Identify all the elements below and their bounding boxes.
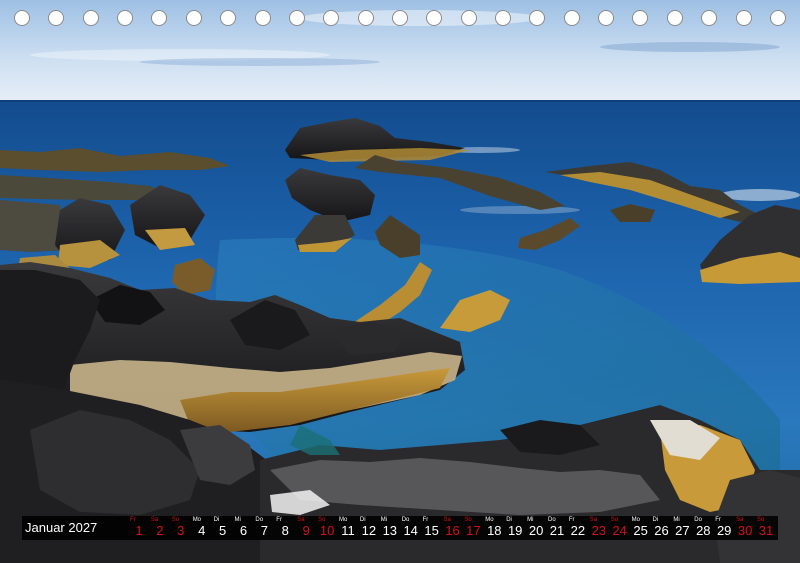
day-number: 13 [382, 523, 398, 538]
binding-hole [391, 10, 408, 26]
day-number: 22 [570, 523, 586, 538]
day-number: 25 [633, 523, 648, 538]
day-number: 2 [156, 523, 164, 538]
day-number: 1 [135, 523, 143, 538]
calendar-day: Di 19 [505, 516, 525, 540]
binding-hole [185, 10, 202, 26]
calendar-day: Mi 27 [672, 516, 692, 540]
binding-hole [666, 10, 683, 26]
calendar-day: Mi 20 [526, 516, 546, 540]
day-number: 17 [466, 523, 481, 538]
binding-hole [151, 10, 168, 26]
calendar-day: Di 26 [652, 516, 672, 540]
calendar-day: Mi 6 [234, 516, 254, 540]
calendar-day: Fr 1 [129, 516, 149, 540]
binding-hole [598, 10, 615, 26]
binding-hole [82, 10, 99, 26]
binding-hole [288, 10, 305, 26]
day-number: 28 [696, 523, 711, 538]
binding-hole [769, 10, 786, 26]
day-number: 15 [424, 523, 439, 538]
binding-hole [220, 10, 237, 26]
calendar-day: Sa 16 [443, 516, 463, 540]
binding-hole [735, 10, 752, 26]
calendar-day: Fr 15 [422, 516, 442, 540]
day-number: 16 [445, 523, 460, 538]
coastal-rocks-photo [0, 0, 800, 563]
day-number: 31 [758, 523, 774, 538]
calendar-day: Do 21 [547, 516, 567, 540]
calendar-day: So 10 [317, 516, 337, 540]
calendar-day: Mi 13 [380, 516, 400, 540]
calendar-day: Mo 25 [631, 516, 651, 540]
calendar-day: So 17 [463, 516, 483, 540]
calendar-day: Di 12 [359, 516, 379, 540]
day-number: 23 [591, 523, 607, 538]
calendar-day: Di 5 [213, 516, 233, 540]
binding-hole [117, 10, 134, 26]
binding-hole [323, 10, 340, 26]
calendar-day: Fr 22 [568, 516, 588, 540]
calendar-day: Do 28 [693, 516, 713, 540]
calendar-day: Mo 18 [484, 516, 504, 540]
calendar-day: Fr 8 [275, 516, 295, 540]
day-number: 21 [549, 523, 565, 538]
calendar-day: Do 14 [401, 516, 421, 540]
day-number: 8 [281, 523, 289, 538]
day-number: 18 [487, 523, 502, 538]
day-number: 20 [528, 523, 544, 538]
calendar-bar: Januar 2027 Fr 1 Sa 2 So 3 Mo 4 Di 5 Mi 6 Do 7 Fr 8 Sa 9 S… [22, 516, 778, 540]
calendar-day: Mo 4 [192, 516, 212, 540]
day-number: 24 [612, 523, 627, 538]
day-number: 4 [198, 523, 206, 538]
binding-holes [0, 0, 800, 36]
calendar-day: Fr 29 [714, 516, 734, 540]
day-number: 26 [654, 523, 669, 538]
day-number: 12 [361, 523, 377, 538]
calendar-day: So 3 [171, 516, 191, 540]
calendar-day: So 31 [756, 516, 776, 540]
day-number: 27 [675, 523, 690, 538]
day-number: 30 [737, 523, 753, 538]
binding-hole [14, 10, 30, 26]
binding-hole [701, 10, 718, 26]
calendar-day: Mo 11 [338, 516, 358, 540]
calendar-day: So 24 [610, 516, 630, 540]
binding-hole [254, 10, 271, 26]
day-number: 5 [218, 523, 227, 538]
day-number: 29 [716, 523, 732, 538]
month-label: Januar 2027 [25, 520, 98, 535]
binding-hole [495, 10, 512, 26]
day-number: 7 [260, 523, 268, 538]
binding-hole [426, 10, 443, 26]
calendar-day: Sa 2 [150, 516, 170, 540]
day-number: 3 [177, 523, 185, 538]
binding-hole [563, 10, 580, 26]
binding-hole [48, 10, 65, 26]
calendar-day: Sa 30 [735, 516, 755, 540]
binding-hole [529, 10, 546, 26]
binding-hole [632, 10, 649, 26]
day-number: 9 [302, 523, 310, 538]
calendar-day: Do 7 [254, 516, 274, 540]
calendar-day: Sa 23 [589, 516, 609, 540]
day-number: 6 [239, 523, 248, 538]
binding-hole [357, 10, 374, 26]
day-number: 10 [319, 523, 335, 538]
day-number: 19 [507, 523, 523, 538]
binding-hole [460, 10, 477, 26]
day-number: 11 [341, 523, 355, 538]
calendar-day: Sa 9 [296, 516, 316, 540]
day-number: 14 [403, 523, 418, 538]
